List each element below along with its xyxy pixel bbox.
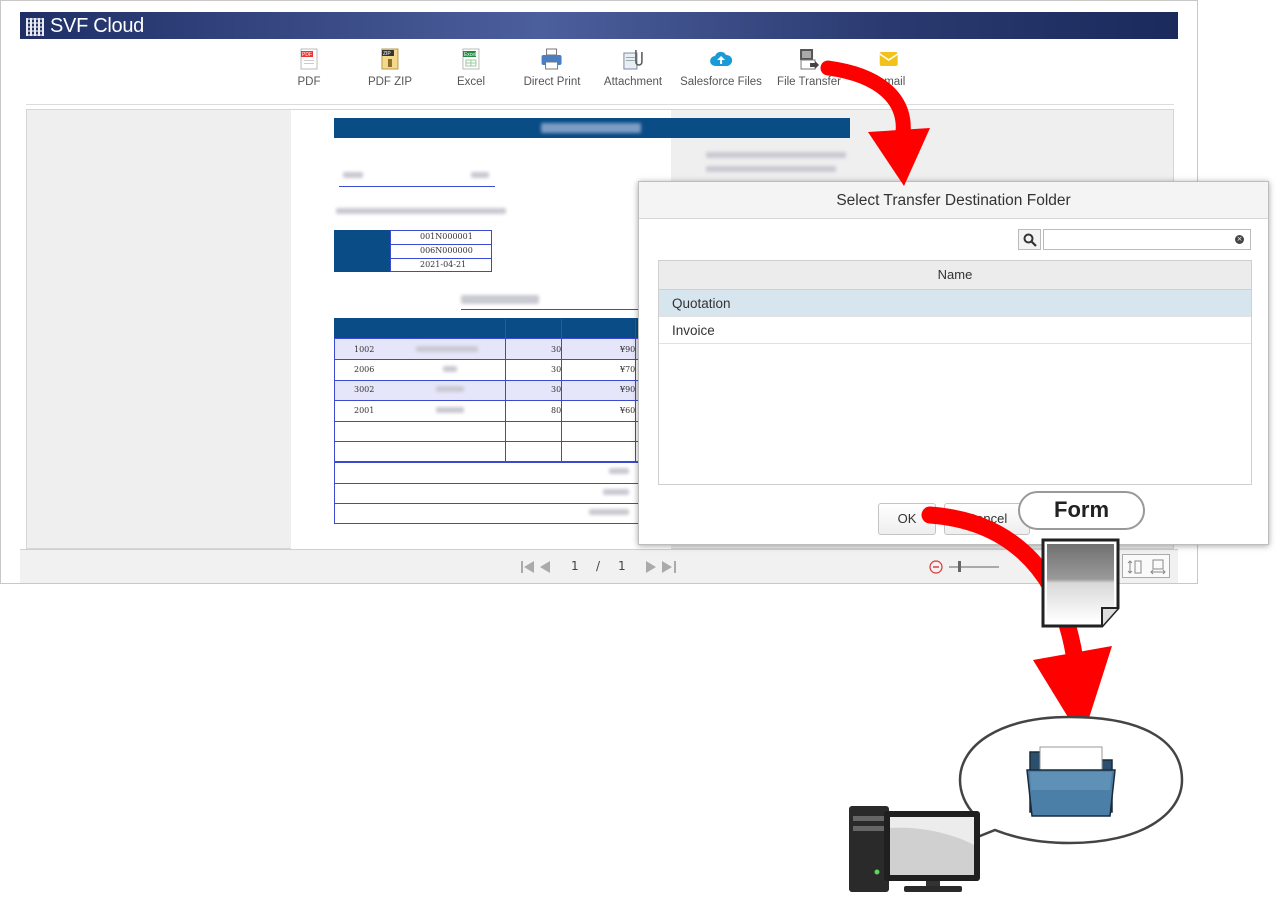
printer-icon xyxy=(542,48,562,70)
title-bar: SVF Cloud xyxy=(20,12,1178,39)
first-page-icon[interactable] xyxy=(520,560,556,574)
report-code-2: 006N000000 xyxy=(420,246,473,255)
computer-icon xyxy=(849,806,980,892)
report-company-info xyxy=(706,166,836,172)
attachment-button[interactable]: Attachment xyxy=(604,47,662,88)
current-page: 1 xyxy=(571,559,579,573)
svg-text:Excel: Excel xyxy=(464,52,476,58)
report-customer-suffix xyxy=(471,172,489,178)
report-total-label xyxy=(461,295,539,304)
search-icon xyxy=(1023,233,1037,247)
fit-mode-group xyxy=(1122,554,1170,578)
zoom-slider-handle[interactable] xyxy=(958,561,961,572)
report-row-qty: 30 xyxy=(551,365,562,374)
total-pages: 1 xyxy=(618,559,626,573)
fit-width-icon[interactable] xyxy=(1150,559,1166,575)
report-row-qty: 30 xyxy=(551,345,562,354)
direct-print-button-label: Direct Print xyxy=(523,76,581,88)
report-row-price: ¥90 xyxy=(620,385,636,394)
pdf-zip-button[interactable]: ZIP PDF ZIP xyxy=(368,47,412,88)
folder-search-input[interactable] xyxy=(1043,229,1251,250)
report-customer-label xyxy=(343,172,363,178)
app-logo: SVF Cloud xyxy=(26,15,144,38)
excel-button[interactable]: Excel Excel xyxy=(457,47,485,88)
fit-height-icon[interactable] xyxy=(1127,559,1143,575)
file-transfer-icon xyxy=(799,49,819,70)
report-row-price: ¥60 xyxy=(620,406,636,415)
app-title: SVF Cloud xyxy=(50,15,145,37)
report-company-info xyxy=(706,152,846,158)
dialog-header: Select Transfer Destination Folder xyxy=(639,182,1268,219)
speech-bubble xyxy=(951,715,1184,849)
excel-icon: Excel xyxy=(462,48,480,70)
report-greeting-text xyxy=(336,208,506,214)
dialog-title: Select Transfer Destination Folder xyxy=(836,192,1071,209)
report-date: 2021-04-21 xyxy=(420,260,467,269)
pdf-button-label: PDF xyxy=(297,76,321,88)
page-separator: / xyxy=(596,559,601,573)
zip-icon: ZIP xyxy=(381,48,399,70)
folder-list-table: Name Quotation Invoice xyxy=(658,260,1252,485)
attachment-icon xyxy=(623,50,643,70)
report-info-label-block xyxy=(334,230,390,272)
transfer-folder-dialog: Select Transfer Destination Folder × Nam… xyxy=(638,181,1269,545)
column-header-name[interactable]: Name xyxy=(659,261,1251,290)
salesforce-files-button-label: Salesforce Files xyxy=(680,76,762,88)
form-label-callout: Form xyxy=(1018,491,1145,530)
report-title-text xyxy=(541,123,641,133)
report-row-code: 1002 xyxy=(354,345,375,354)
salesforce-files-button[interactable]: Salesforce Files xyxy=(680,47,762,88)
svg-text:ZIP: ZIP xyxy=(383,51,391,57)
folder-row-invoice[interactable]: Invoice xyxy=(659,317,1251,344)
report-row-code: 3002 xyxy=(354,385,375,394)
mail-icon xyxy=(879,52,899,66)
zoom-slider[interactable] xyxy=(949,566,999,568)
report-row-code: 2006 xyxy=(354,365,375,374)
svf-logo-icon xyxy=(26,17,44,36)
pdf-button[interactable]: PDF PDF xyxy=(297,47,321,88)
report-row-price: ¥90 xyxy=(620,345,636,354)
search-button[interactable] xyxy=(1018,229,1041,250)
email-button-label: E-mail xyxy=(872,76,906,88)
pager-bar: 1 / 1 xyxy=(20,549,1178,583)
pdf-zip-button-label: PDF ZIP xyxy=(367,76,413,88)
report-page: 001N000001 006N000000 2021-04-21 1002 30 xyxy=(291,110,850,550)
report-row-price: ¥70 xyxy=(620,365,636,374)
clear-search-icon[interactable]: × xyxy=(1235,235,1244,244)
direct-print-button[interactable]: Direct Print xyxy=(523,47,581,88)
cloud-upload-icon xyxy=(710,51,733,66)
toolbar-divider xyxy=(26,104,1174,105)
file-transfer-button[interactable]: File Transfer xyxy=(777,47,841,88)
folder-icon xyxy=(1026,746,1116,817)
ok-button[interactable]: OK xyxy=(878,503,936,535)
report-row-code: 2001 xyxy=(354,406,375,415)
report-row-qty: 30 xyxy=(551,385,562,394)
last-page-icon[interactable] xyxy=(644,560,680,574)
attachment-button-label: Attachment xyxy=(603,76,663,88)
report-code-1: 001N000001 xyxy=(420,232,473,241)
report-items-table xyxy=(334,319,671,463)
report-row-qty: 80 xyxy=(551,406,562,415)
file-transfer-button-label: File Transfer xyxy=(777,76,841,88)
svg-text:PDF: PDF xyxy=(302,52,312,58)
excel-button-label: Excel xyxy=(456,76,486,88)
email-button[interactable]: E-mail xyxy=(872,47,906,88)
folder-row-quotation[interactable]: Quotation xyxy=(659,290,1251,317)
pdf-icon: PDF xyxy=(300,48,318,70)
output-toolbar: PDF PDF ZIP PDF ZIP Excel Excel Direct P… xyxy=(1,47,1199,97)
report-customer-underline xyxy=(339,186,495,187)
zoom-out-icon[interactable] xyxy=(929,560,943,574)
report-table-header xyxy=(334,318,671,338)
